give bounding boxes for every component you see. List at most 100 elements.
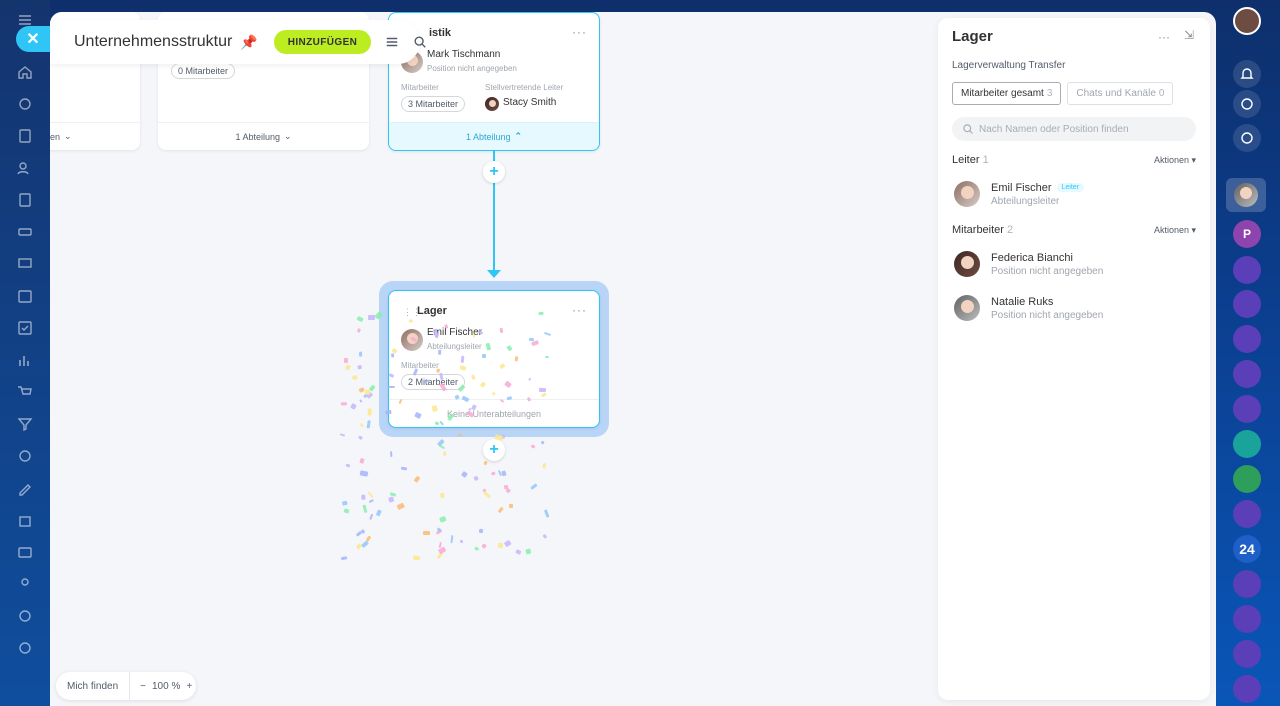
employee-count-pill[interactable]: 0 Mitarbeiter <box>171 63 236 79</box>
confetti-piece <box>499 327 504 333</box>
confetti-piece <box>543 534 548 540</box>
confetti-piece <box>375 509 382 517</box>
analytics-icon[interactable] <box>15 350 35 370</box>
bitrix24-chat-icon[interactable]: 24 <box>1233 535 1261 563</box>
department-title: istik <box>429 27 452 39</box>
tab-chats-channels[interactable]: Chats und Kanäle 0 <box>1067 82 1174 105</box>
sign-icon[interactable] <box>15 478 35 498</box>
help-icon[interactable] <box>15 606 35 626</box>
find-me-button[interactable]: Mich finden <box>56 672 131 700</box>
leader-row[interactable]: Emil Fischer Leiter Abteilungsleiter <box>954 181 1085 207</box>
close-slider-button[interactable]: ✕ <box>16 26 50 52</box>
task-chat-icon[interactable] <box>1233 430 1261 458</box>
document-icon[interactable] <box>15 126 35 146</box>
more-icon[interactable] <box>15 638 35 658</box>
confetti-piece <box>497 506 504 513</box>
chat-icon[interactable] <box>1233 290 1261 318</box>
chat-icon[interactable] <box>1233 395 1261 423</box>
card-footer[interactable]: en ⌄ <box>50 122 140 150</box>
confetti-piece <box>413 475 421 483</box>
chat-avatar-p[interactable]: P <box>1233 220 1261 248</box>
users-icon[interactable] <box>15 158 35 178</box>
add-subdepartment-button[interactable]: + <box>483 161 505 183</box>
zoom-out-button[interactable]: − <box>140 681 146 692</box>
cart-icon[interactable] <box>15 382 35 402</box>
department-detail-panel: Lager ··· ⇲ Lagerverwaltung Transfer Mit… <box>938 18 1210 700</box>
confetti-piece <box>457 433 462 437</box>
deputy-name[interactable]: Stacy Smith <box>503 97 556 108</box>
confetti-piece <box>483 460 489 466</box>
pin-icon[interactable]: 📌 <box>240 34 257 51</box>
search-icon[interactable] <box>413 35 427 49</box>
confetti-piece <box>504 539 512 547</box>
confetti-piece <box>360 494 366 500</box>
department-card-logistik[interactable]: istik ··· Mark Tischmann Position nicht … <box>388 12 600 151</box>
home-icon[interactable] <box>15 62 35 82</box>
file-icon[interactable] <box>15 190 35 210</box>
employees-label: Mitarbeiter <box>401 361 439 370</box>
confetti-piece <box>501 470 507 477</box>
user-avatar[interactable] <box>1233 7 1261 35</box>
confetti-piece <box>439 516 447 523</box>
chat-icon[interactable] <box>1233 675 1261 703</box>
add-button[interactable]: HINZUFÜGEN <box>273 30 372 54</box>
head-name[interactable]: Mark Tischmann <box>427 49 500 60</box>
company-icon[interactable] <box>15 542 35 562</box>
more-menu-icon[interactable]: ··· <box>572 303 587 317</box>
drive-icon[interactable] <box>15 222 35 242</box>
store-icon[interactable] <box>15 510 35 530</box>
filter-icon[interactable] <box>15 414 35 434</box>
chat-search-icon[interactable] <box>1233 124 1261 152</box>
target-icon[interactable] <box>15 446 35 466</box>
calendar-icon[interactable] <box>15 286 35 306</box>
deputy-label: Stellvertretende Leiter <box>485 83 564 92</box>
confetti-piece <box>396 502 405 510</box>
chat-icon[interactable] <box>1233 640 1261 668</box>
collapse-panel-icon[interactable]: ⇲ <box>1184 28 1194 42</box>
chat-icon[interactable] <box>1233 360 1261 388</box>
confetti-piece <box>443 451 447 456</box>
chat-icon[interactable] <box>1233 256 1261 284</box>
employees-label: Mitarbeiter <box>401 83 439 92</box>
actions-dropdown[interactable]: Aktionen ▾ <box>1154 225 1196 236</box>
confetti-piece <box>450 535 454 544</box>
zoom-in-button[interactable]: + <box>186 681 192 692</box>
menu-icon[interactable] <box>385 35 399 49</box>
tab-all-employees[interactable]: Mitarbeiter gesamt 3 <box>952 82 1062 105</box>
confetti-piece <box>497 542 505 549</box>
group-icon[interactable] <box>15 574 35 594</box>
confetti-piece <box>351 375 358 381</box>
more-menu-icon[interactable]: ··· <box>572 25 587 39</box>
more-menu-icon[interactable]: ··· <box>1158 30 1170 44</box>
confetti-piece <box>357 387 365 394</box>
spiral-icon[interactable] <box>1233 90 1261 118</box>
add-subdepartment-button[interactable]: + <box>483 439 505 461</box>
chat-icon[interactable] <box>1233 570 1261 598</box>
confetti-piece <box>358 435 364 440</box>
employee-row[interactable]: Federica Bianchi Position nicht angegebe… <box>954 251 1103 277</box>
chat-icon[interactable] <box>1233 605 1261 633</box>
confetti-piece <box>357 328 362 333</box>
sync-icon[interactable] <box>15 94 35 114</box>
employee-count-pill[interactable]: 2 Mitarbeiter <box>401 374 466 390</box>
chat-icon[interactable] <box>1233 500 1261 528</box>
chat-avatar-active[interactable] <box>1226 178 1266 212</box>
actions-dropdown[interactable]: Aktionen ▾ <box>1154 155 1196 166</box>
employee-count-pill[interactable]: 3 Mitarbeiter <box>401 96 466 112</box>
board-icon[interactable] <box>15 254 35 274</box>
employee-row[interactable]: Natalie Ruks Position nicht angegeben <box>954 295 1103 321</box>
search-input[interactable] <box>979 123 1189 135</box>
card-footer-subdepartments[interactable]: 1 Abteilung ⌃ <box>389 122 599 150</box>
avatar <box>954 295 980 321</box>
panel-title: Lager <box>952 28 993 45</box>
confetti-piece <box>344 364 351 371</box>
tasks-icon[interactable] <box>15 318 35 338</box>
confetti-piece <box>412 555 421 561</box>
lock-chat-icon[interactable] <box>1233 465 1261 493</box>
bell-icon[interactable] <box>1233 60 1261 88</box>
leader-badge: Leiter <box>1056 183 1085 192</box>
department-card-lager[interactable]: ⋮⋮ Lager ··· Emil Fischer Abteilungsleit… <box>388 290 600 428</box>
card-footer[interactable]: 1 Abteilung ⌄ <box>158 122 369 150</box>
chat-icon[interactable] <box>1233 325 1261 353</box>
confetti-piece <box>360 540 370 549</box>
